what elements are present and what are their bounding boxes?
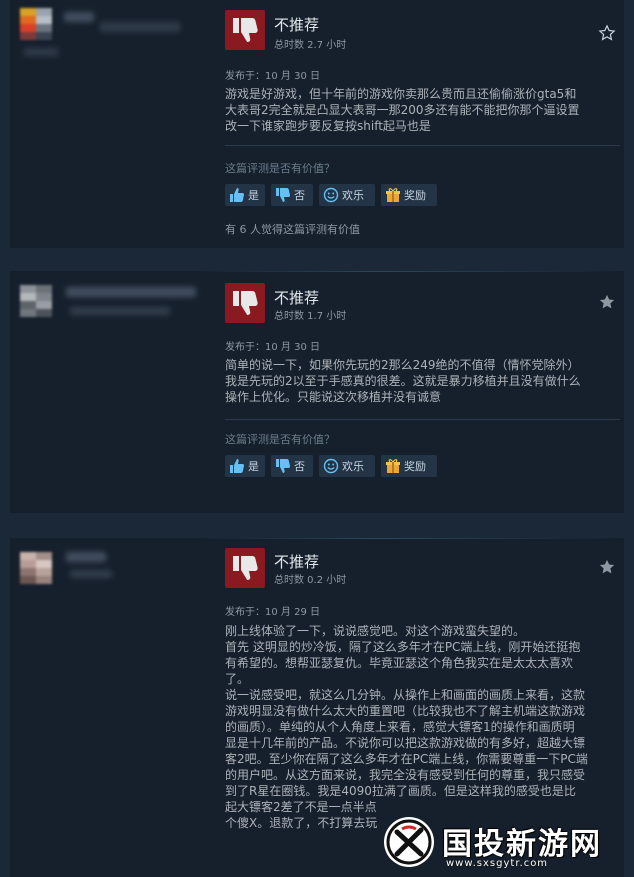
review-line: 有希望的。想帮亚瑟复仇。毕竟亚瑟这个角色我实在是太太太喜欢 <box>225 656 574 670</box>
posted-date: 发布于：10 月 30 日 <box>225 342 320 353</box>
reviewer-info[interactable] <box>10 538 220 618</box>
vote-no-button[interactable]: 否 <box>271 184 313 206</box>
watermark-logo-icon <box>386 819 432 865</box>
divider <box>225 419 620 420</box>
review-card: 不推荐 总时数 2.7 小时 发布于：10 月 30 日 游戏是好游戏，但十年前… <box>10 0 624 248</box>
review-line: 的用户吧。从这方面来说，我完全没有感受到任何的尊重，我只感受 <box>225 768 586 782</box>
playtime-hours: 总时数 1.7 小时 <box>274 311 347 322</box>
star-icon[interactable] <box>598 24 616 46</box>
reviewer-avatar[interactable] <box>20 8 52 40</box>
review-line: 游戏是好游戏，但十年前的游戏你卖那么贵而且还偷偷涨价gta5和 <box>225 87 577 101</box>
award-icon <box>386 459 400 473</box>
helpful-count: 有 6 人觉得这篇评测有价值 <box>225 223 360 236</box>
review-verdict: 不推荐 <box>274 16 320 34</box>
reviewer-avatar[interactable] <box>20 285 52 317</box>
thumb-down-icon <box>233 18 258 42</box>
thumb-down-badge <box>225 283 265 323</box>
review-line: 说一说感受吧，就这么几分钟。从操作上和画面的画质上来看，这款 <box>225 688 586 702</box>
smiley-icon <box>323 187 339 203</box>
watermark-text: 国投新游网 <box>442 827 602 862</box>
award-button[interactable]: 奖励 <box>381 184 437 206</box>
thumb-up-icon <box>230 188 245 202</box>
review-content: 刚上线体验了一下，说说感觉吧。对这个游戏蛮失望的。 首先 这明显的炒冷饭，隔了这… <box>225 623 613 831</box>
review-card: 不推荐 总时数 1.7 小时 发布于：10 月 30 日 简单的说一下，如果你先… <box>10 271 624 513</box>
vote-yes-label: 是 <box>248 460 259 473</box>
thumb-down-icon <box>233 291 258 315</box>
award-label: 奖励 <box>404 189 426 202</box>
reviewer-stats-blurred <box>70 307 170 315</box>
vote-funny-button[interactable]: 欢乐 <box>319 184 375 206</box>
review-line: 显是十几年前的产品。不说你可以把这款游戏做的有多好，超越大镖 <box>225 736 586 750</box>
reviewer-info[interactable] <box>10 271 220 351</box>
posted-date: 发布于：10 月 29 日 <box>225 607 320 618</box>
review-content: 简单的说一下，如果你先玩的2那么249绝的不值得（情怀党除外） 我是先玩的2以至… <box>225 357 613 405</box>
vote-funny-label: 欢乐 <box>342 189 364 202</box>
reviewer-stats-blurred <box>24 48 58 56</box>
reviewer-name-blurred <box>66 287 196 297</box>
thumb-up-icon <box>230 459 245 473</box>
vote-buttons: 是 否 欢乐 奖励 <box>225 455 525 477</box>
vote-funny-button[interactable]: 欢乐 <box>319 455 375 477</box>
vote-yes-button[interactable]: 是 <box>225 455 265 477</box>
review-line: 的画质）。单纯的从个人角度上来看，感觉大镖客1的操作和画质明 <box>225 720 575 734</box>
playtime-hours: 总时数 0.2 小时 <box>274 575 347 586</box>
thumb-down-badge <box>225 10 265 50</box>
vote-yes-label: 是 <box>248 189 259 202</box>
review-line: 起大镖客2差了不是一点半点 <box>225 800 377 814</box>
reviewer-avatar[interactable] <box>20 552 52 584</box>
vote-no-label: 否 <box>294 189 305 202</box>
award-button[interactable]: 奖励 <box>381 455 437 477</box>
reviewer-name-blurred <box>66 552 106 562</box>
site-watermark: 国投新游网 www.sxsgytr.com <box>360 815 634 877</box>
helpful-question: 这篇评测是否有价值？ <box>225 162 335 175</box>
star-icon[interactable] <box>598 293 616 315</box>
star-icon[interactable] <box>598 558 616 580</box>
vote-no-label: 否 <box>294 460 305 473</box>
vote-funny-label: 欢乐 <box>342 460 364 473</box>
smiley-icon <box>323 458 339 474</box>
reviewer-stats-blurred <box>70 570 112 578</box>
posted-date: 发布于：10 月 30 日 <box>225 71 320 82</box>
reviewer-info[interactable] <box>10 0 220 80</box>
reviewer-name-blurred <box>100 22 180 32</box>
review-line: 我是先玩的2以至于手感真的很差。这就是暴力移植并且没有做什么 <box>225 374 581 388</box>
divider <box>225 145 620 146</box>
watermark-url: www.sxsgytr.com <box>446 858 549 869</box>
review-line: 操作上优化。只能说这次移植并没有诚意 <box>225 390 442 404</box>
thumb-down-icon <box>276 459 291 473</box>
review-content: 游戏是好游戏，但十年前的游戏你卖那么贵而且还偷偷涨价gta5和 大表哥2完全就是… <box>225 86 613 134</box>
review-line: 到了R星在圈钱。我是4090拉满了画质。但是这样我的感受也是比 <box>225 784 576 798</box>
helpful-question: 这篇评测是否有价值？ <box>225 433 335 446</box>
vote-yes-button[interactable]: 是 <box>225 184 265 206</box>
thumb-down-icon <box>276 188 291 202</box>
watermark-logo <box>384 817 434 867</box>
review-verdict: 不推荐 <box>274 553 320 571</box>
review-line: 首先 这明显的炒冷饭，隔了这么多年才在PC端上线，刚开始还挺抱 <box>225 640 581 654</box>
review-line: 了。 <box>225 672 250 686</box>
thumb-down-icon <box>233 556 258 580</box>
playtime-hours: 总时数 2.7 小时 <box>274 40 347 51</box>
vote-buttons: 是 否 欢乐 奖励 <box>225 184 525 206</box>
reviewer-name-blurred <box>64 12 94 22</box>
review-line: 游戏明显没有做什么太大的重置吧（比较我也不了解主机端这款游戏 <box>225 704 586 718</box>
review-line: 大表哥2完全就是凸显大表哥一那200多还有能不能把你那个逼设置 <box>225 103 580 117</box>
award-icon <box>386 188 400 202</box>
thumb-down-badge <box>225 548 265 588</box>
review-line: 客2吧。至少你在隔了这么多年才在PC端上线，你需要尊重一下PC端 <box>225 752 588 766</box>
review-verdict: 不推荐 <box>274 289 320 307</box>
review-line: 改一下谁家跑步要反复按shift起马也是 <box>225 119 431 133</box>
review-line: 刚上线体验了一下，说说感觉吧。对这个游戏蛮失望的。 <box>225 624 526 638</box>
vote-no-button[interactable]: 否 <box>271 455 313 477</box>
award-label: 奖励 <box>404 460 426 473</box>
review-line: 简单的说一下，如果你先玩的2那么249绝的不值得（情怀党除外） <box>225 358 580 372</box>
